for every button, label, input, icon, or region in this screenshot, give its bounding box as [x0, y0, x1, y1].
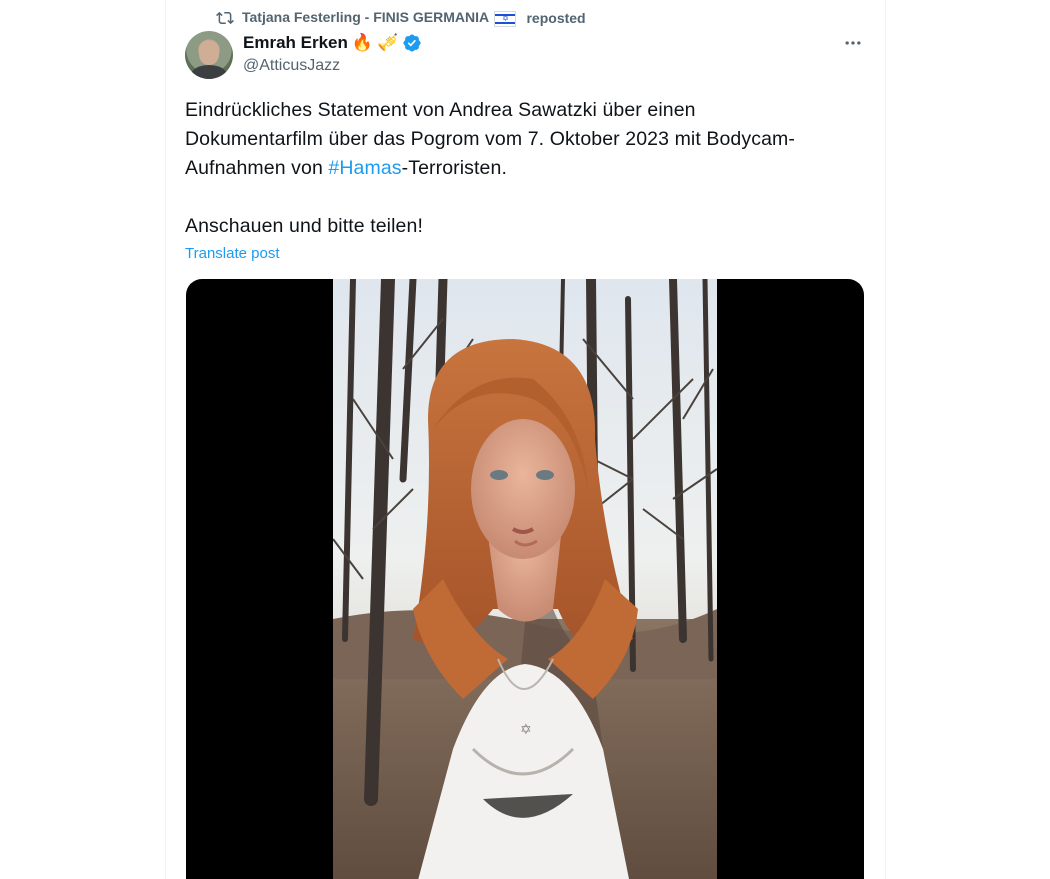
- post-text-segment: Aufnahmen von: [185, 157, 329, 179]
- more-options-button[interactable]: [838, 30, 868, 56]
- post-text-line: Eindrückliches Statement von Andrea Sawa…: [185, 99, 696, 121]
- video-player[interactable]: ✡: [186, 279, 864, 879]
- more-dots-icon: [845, 41, 861, 45]
- hashtag-link[interactable]: #Hamas: [328, 157, 401, 179]
- author-display-name[interactable]: Emrah Erken: [243, 33, 348, 53]
- post-text-segment: -Terroristen.: [401, 157, 507, 179]
- reposter-name-link[interactable]: Tatjana Festerling - FINIS GERMANIA ✡: [242, 9, 518, 27]
- fire-emoji: 🔥: [351, 33, 374, 52]
- svg-text:✡: ✡: [520, 722, 532, 738]
- post-text-line: Anschauen und bitte teilen!: [185, 215, 423, 237]
- post-text-line: Aufnahmen von #Hamas-Terroristen.: [185, 154, 865, 183]
- page: Tatjana Festerling - FINIS GERMANIA ✡ re…: [0, 0, 1050, 879]
- avatar[interactable]: [185, 31, 233, 79]
- reposter-name: Tatjana Festerling - FINIS GERMANIA: [242, 9, 489, 26]
- repost-action-text: reposted: [526, 10, 586, 26]
- verified-badge-icon[interactable]: [402, 33, 422, 53]
- woman-in-forest-video-frame: ✡: [333, 279, 717, 879]
- israel-flag-icon: ✡: [494, 10, 517, 27]
- post-text: Eindrückliches Statement von Andrea Sawa…: [185, 96, 865, 241]
- translate-post-link[interactable]: Translate post: [185, 245, 280, 262]
- repost-indicator: Tatjana Festerling - FINIS GERMANIA ✡ re…: [216, 8, 586, 28]
- author-handle[interactable]: @AtticusJazz: [243, 57, 340, 75]
- post-column: Tatjana Festerling - FINIS GERMANIA ✡ re…: [165, 0, 886, 879]
- author-name-row: Emrah Erken 🔥 🎺: [243, 32, 422, 54]
- post-text-line: Dokumentarfilm über das Pogrom vom 7. Ok…: [185, 128, 795, 150]
- repost-icon: [216, 9, 234, 27]
- trumpet-emoji: 🎺: [377, 33, 399, 52]
